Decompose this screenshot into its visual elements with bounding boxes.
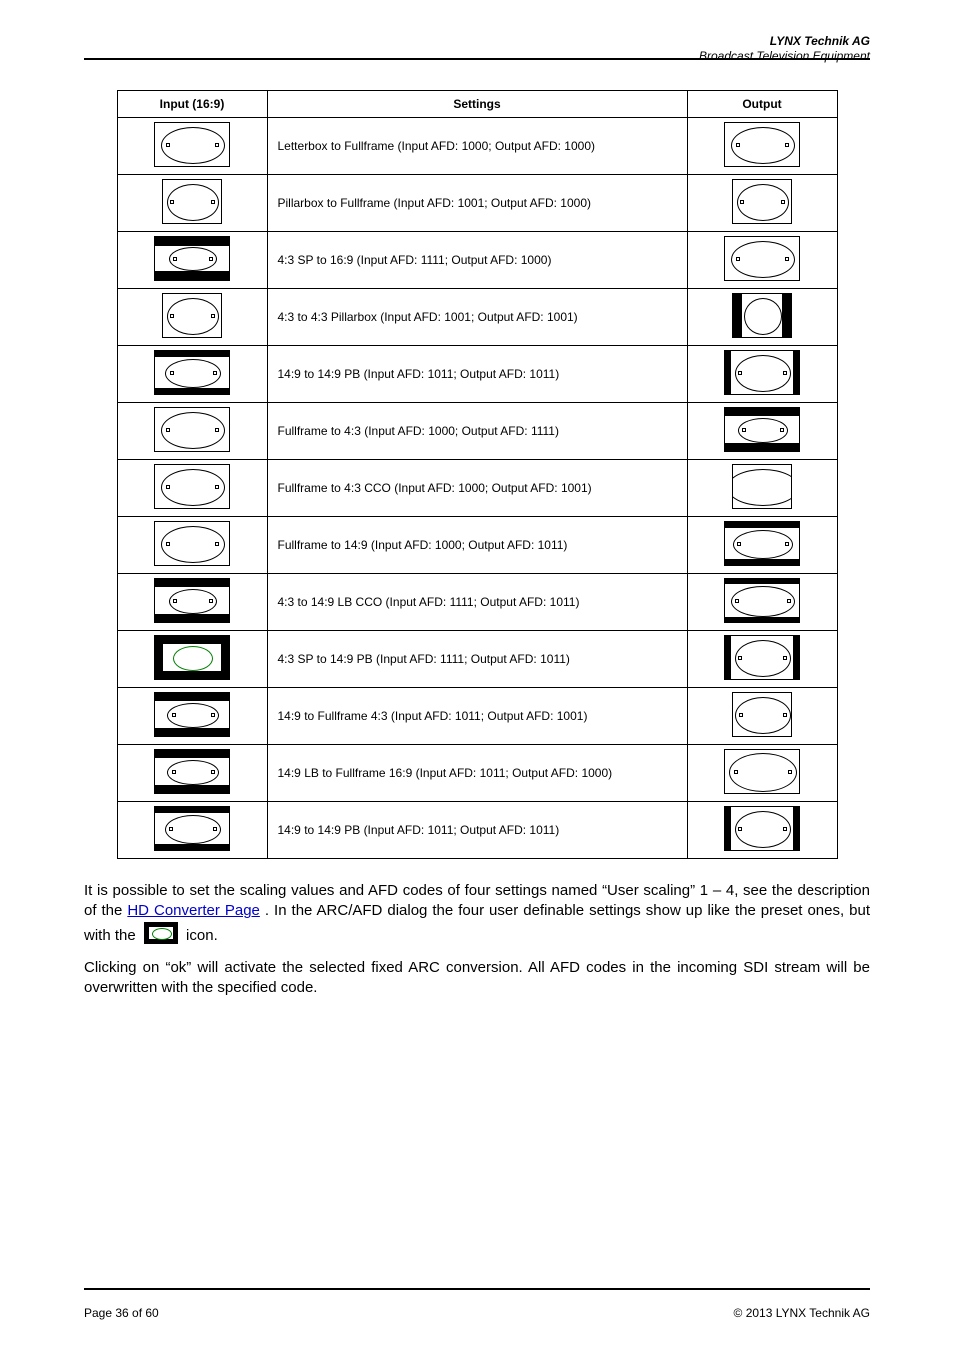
table-row: 4:3 SP to 14:9 PB (Input AFD: 1111; Outp…	[117, 631, 837, 688]
cell-output	[687, 118, 837, 175]
cell-output	[687, 802, 837, 859]
output-glyph	[724, 521, 800, 566]
input-glyph	[154, 635, 230, 680]
cell-input	[117, 745, 267, 802]
input-glyph	[154, 521, 230, 566]
th-input: Input (16:9)	[117, 91, 267, 118]
table-row: Fullframe to 4:3 (Input AFD: 1000; Outpu…	[117, 403, 837, 460]
table-row: 14:9 LB to Fullframe 16:9 (Input AFD: 10…	[117, 745, 837, 802]
output-glyph	[724, 236, 800, 281]
output-glyph	[724, 350, 800, 395]
input-glyph	[154, 578, 230, 623]
table-row: 4:3 SP to 16:9 (Input AFD: 1111; Output …	[117, 232, 837, 289]
cell-output	[687, 688, 837, 745]
cell-settings: 4:3 to 14:9 LB CCO (Input AFD: 1111; Out…	[267, 574, 687, 631]
cell-output	[687, 631, 837, 688]
page: LYNX Technik AG Broadcast Television Equ…	[0, 0, 954, 1350]
input-glyph	[154, 236, 230, 281]
output-glyph	[724, 635, 800, 680]
cell-settings: Fullframe to 14:9 (Input AFD: 1000; Outp…	[267, 517, 687, 574]
cell-input	[117, 289, 267, 346]
cell-settings: 14:9 to Fullframe 4:3 (Input AFD: 1011; …	[267, 688, 687, 745]
cell-settings: 14:9 to 14:9 PB (Input AFD: 1011; Output…	[267, 346, 687, 403]
cell-output	[687, 403, 837, 460]
table-row: Pillarbox to Fullframe (Input AFD: 1001;…	[117, 175, 837, 232]
cell-input	[117, 403, 267, 460]
cell-input	[117, 631, 267, 688]
output-glyph	[724, 749, 800, 794]
cell-settings: Fullframe to 4:3 CCO (Input AFD: 1000; O…	[267, 460, 687, 517]
output-glyph	[732, 464, 792, 509]
input-glyph	[154, 464, 230, 509]
cell-output	[687, 346, 837, 403]
table-row: 4:3 to 14:9 LB CCO (Input AFD: 1111; Out…	[117, 574, 837, 631]
cell-output	[687, 232, 837, 289]
cell-settings: 4:3 SP to 16:9 (Input AFD: 1111; Output …	[267, 232, 687, 289]
output-glyph	[724, 806, 800, 851]
cell-settings: Letterbox to Fullframe (Input AFD: 1000;…	[267, 118, 687, 175]
output-glyph	[732, 692, 792, 737]
cell-settings: 4:3 SP to 14:9 PB (Input AFD: 1111; Outp…	[267, 631, 687, 688]
user-scaling-icon	[144, 922, 178, 950]
input-glyph	[154, 350, 230, 395]
cell-input	[117, 232, 267, 289]
ok-paragraph: Clicking on “ok” will activate the selec…	[84, 958, 870, 999]
header-subtitle: Broadcast Television Equipment	[699, 49, 870, 64]
table-row: 4:3 to 4:3 Pillarbox (Input AFD: 1001; O…	[117, 289, 837, 346]
cell-settings: 14:9 LB to Fullframe 16:9 (Input AFD: 10…	[267, 745, 687, 802]
table-row: Fullframe to 14:9 (Input AFD: 1000; Outp…	[117, 517, 837, 574]
cell-input	[117, 346, 267, 403]
output-glyph	[724, 407, 800, 452]
table-row: Fullframe to 4:3 CCO (Input AFD: 1000; O…	[117, 460, 837, 517]
output-glyph	[732, 293, 792, 338]
table-row: 14:9 to Fullframe 4:3 (Input AFD: 1011; …	[117, 688, 837, 745]
header-block: LYNX Technik AG Broadcast Television Equ…	[699, 34, 870, 64]
user-scaling-paragraph: It is possible to set the scaling values…	[84, 881, 870, 950]
cell-input	[117, 517, 267, 574]
table-row: Letterbox to Fullframe (Input AFD: 1000;…	[117, 118, 837, 175]
cell-input	[117, 574, 267, 631]
input-glyph	[154, 407, 230, 452]
output-glyph	[732, 179, 792, 224]
table-header-row: Input (16:9) Settings Output	[117, 91, 837, 118]
output-glyph	[724, 122, 800, 167]
cell-output	[687, 289, 837, 346]
cell-input	[117, 175, 267, 232]
th-settings: Settings	[267, 91, 687, 118]
cell-input	[117, 118, 267, 175]
table-row: 14:9 to 14:9 PB (Input AFD: 1011; Output…	[117, 802, 837, 859]
cell-settings: Fullframe to 4:3 (Input AFD: 1000; Outpu…	[267, 403, 687, 460]
cell-settings: Pillarbox to Fullframe (Input AFD: 1001;…	[267, 175, 687, 232]
output-glyph	[724, 578, 800, 623]
input-glyph	[162, 293, 222, 338]
cell-input	[117, 460, 267, 517]
input-glyph	[154, 692, 230, 737]
afd-table: Input (16:9) Settings Output Letterbox t…	[117, 90, 838, 859]
input-glyph	[162, 179, 222, 224]
cell-settings: 14:9 to 14:9 PB (Input AFD: 1011; Output…	[267, 802, 687, 859]
cell-output	[687, 460, 837, 517]
cell-input	[117, 802, 267, 859]
cell-settings: 4:3 to 4:3 Pillarbox (Input AFD: 1001; O…	[267, 289, 687, 346]
footer-copyright: © 2013 LYNX Technik AG	[734, 1306, 870, 1320]
input-glyph	[154, 806, 230, 851]
cell-input	[117, 688, 267, 745]
th-output: Output	[687, 91, 837, 118]
cell-output	[687, 517, 837, 574]
cell-output	[687, 574, 837, 631]
cell-output	[687, 175, 837, 232]
footer-page: Page 36 of 60	[84, 1306, 159, 1320]
footer-rule	[84, 1288, 870, 1290]
para1-c: icon.	[186, 927, 218, 944]
table-row: 14:9 to 14:9 PB (Input AFD: 1011; Output…	[117, 346, 837, 403]
input-glyph	[154, 749, 230, 794]
header-product: LYNX Technik AG	[699, 34, 870, 49]
hd-converter-link[interactable]: HD Converter Page	[127, 902, 260, 919]
cell-output	[687, 745, 837, 802]
input-glyph	[154, 122, 230, 167]
